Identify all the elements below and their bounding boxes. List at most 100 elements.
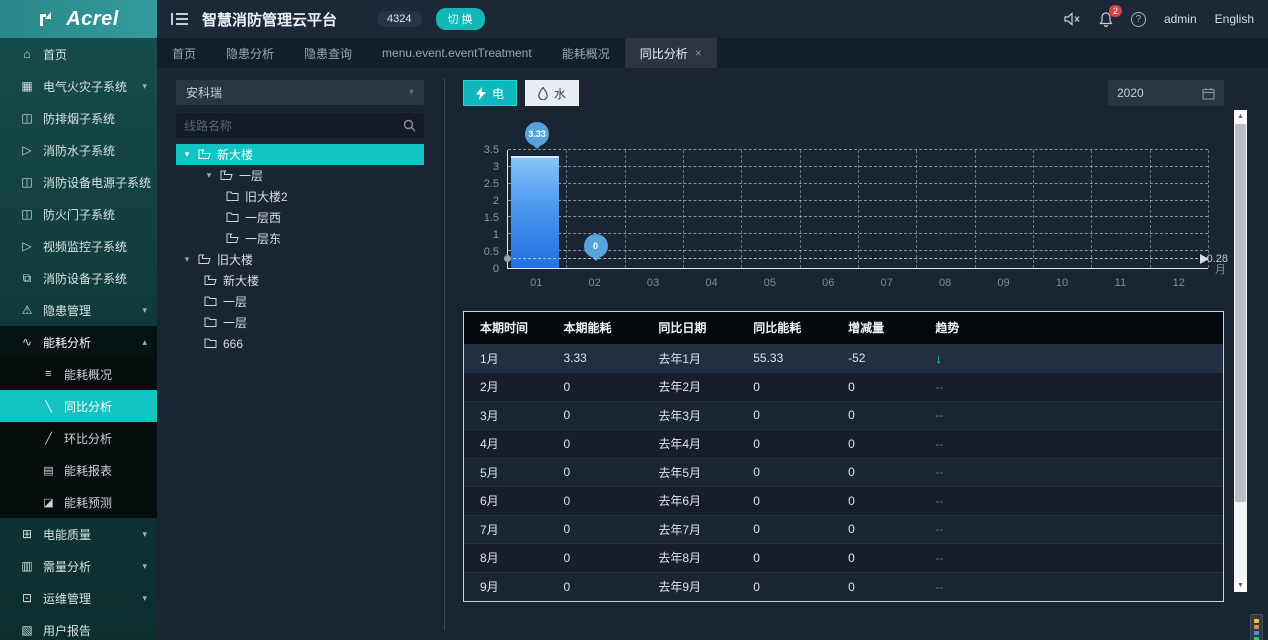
table-row[interactable]: 1月3.33去年1月55.33-52↓ [464,344,1223,373]
sidebar-item-user-report[interactable]: ▧ 用户报告 [0,614,157,640]
tree-node[interactable]: ▾ 一层 [176,165,424,186]
tree-node[interactable]: 新大楼 [176,270,424,291]
tree-node[interactable]: 一层 [176,312,424,333]
header-bar: 智慧消防管理云平台 4324 切 换 2 ? admin English [157,0,1268,38]
demand-icon: ▥ [20,559,34,573]
sidebar-item-smoke-control[interactable]: ◫ 防排烟子系统 [0,102,157,134]
tab-hazard-analysis[interactable]: 隐患分析 [211,38,289,68]
scroll-up-button[interactable]: ▲ [1234,110,1247,123]
x-tick-label: 01 [530,277,542,289]
x-tick-label: 12 [1173,277,1185,289]
trend-up-icon: ╱ [42,432,55,445]
table-row[interactable]: 3月0去年3月00-- [464,401,1223,430]
trend-down-icon: ↓ [919,344,1223,373]
y-tick-label: 3.5 [484,144,499,156]
sidebar-item-mom-analysis[interactable]: ╱ 环比分析 [0,422,157,454]
sidebar-item-ops-management[interactable]: ⊡ 运维管理 ▾ [0,582,157,614]
collapse-menu-icon[interactable] [171,12,188,26]
y-tick-label: 2.5 [484,178,499,190]
year-picker[interactable]: 2020 [1108,80,1224,106]
acrel-logo-icon [38,10,60,28]
electric-toggle-button[interactable]: 电 [463,80,517,106]
sidebar-item-energy-forecast[interactable]: ◪ 能耗预测 [0,486,157,518]
tree-node[interactable]: ▾ 旧大楼 [176,249,424,270]
caret-down-icon[interactable]: ▾ [182,149,192,160]
y-tick-label: 2 [493,195,499,207]
bar-month-01[interactable] [511,156,559,268]
water-toggle-button[interactable]: 水 [525,80,579,106]
home-icon: ⌂ [20,47,34,61]
caret-down-icon[interactable]: ▾ [204,170,214,181]
yoy-bar-chart: 00.511.522.533.5 3.330 01020304050607080… [463,114,1224,299]
table-row[interactable]: 8月0去年8月00-- [464,544,1223,573]
chart-x-axis: 010203040506070809101112 [507,277,1208,293]
table-row[interactable]: 4月0去年4月00-- [464,430,1223,459]
table-row[interactable]: 2月0去年2月00-- [464,373,1223,402]
forecast-icon: ◪ [42,496,55,509]
tree-node[interactable]: 一层东 [176,228,424,249]
lock-icon: ◫ [20,111,34,125]
tree-node[interactable]: 666 [176,333,424,354]
sidebar-item-electrical-fire[interactable]: ▦ 电气火灾子系统 ▾ [0,70,157,102]
sidebar-item-energy-overview[interactable]: ≡ 能耗概况 [0,358,157,390]
chevron-down-icon: ▾ [142,561,147,572]
mute-speaker-icon[interactable] [1064,12,1081,26]
search-icon[interactable] [403,119,416,132]
chevron-down-icon: ▾ [142,529,147,540]
notification-count-badge: 2 [1109,5,1122,17]
table-row[interactable]: 5月0去年5月00-- [464,458,1223,487]
sidebar-item-hazard-management[interactable]: ⚠ 隐患管理 ▾ [0,294,157,326]
water-drop-icon [538,87,548,100]
sidebar-item-fire-door[interactable]: ◫ 防火门子系统 [0,198,157,230]
x-tick-label: 07 [881,277,893,289]
lock-icon: ◫ [20,175,34,189]
y-tick-label: 1 [493,229,499,241]
sidebar-item-fire-devices[interactable]: ⧉ 消防设备子系统 [0,262,157,294]
table-row[interactable]: 7月0去年7月00-- [464,515,1223,544]
tree-node-selected[interactable]: ▾ 新大楼 [176,144,424,165]
user-menu[interactable]: admin [1164,12,1197,26]
tab-bar: 首页 隐患分析 隐患查询 menu.event.eventTreatment 能… [157,38,1268,68]
trend-line-icon: ╲ [42,400,55,413]
sidebar-item-yoy-analysis[interactable]: ╲ 同比分析 [0,390,157,422]
sidebar-item-power-quality[interactable]: ⊞ 电能质量 ▾ [0,518,157,550]
caret-down-icon[interactable]: ▾ [182,254,192,265]
electrical-fire-icon: ▦ [20,79,34,93]
close-tab-icon[interactable]: × [695,46,702,60]
sidebar-item-home[interactable]: ⌂ 首页 [0,38,157,70]
tree-node[interactable]: 一层 [176,291,424,312]
tree-node[interactable]: 一层西 [176,207,424,228]
project-select[interactable]: 安科瑞 ▾ [176,80,424,105]
building-tree: ▾ 新大楼 ▾ 一层 旧大楼2 一层西 [176,144,424,354]
tab-home[interactable]: 首页 [157,38,211,68]
ops-icon: ⊡ [20,591,34,605]
scrollbar-thumb[interactable] [1235,124,1246,502]
help-icon[interactable]: ? [1131,12,1146,27]
tab-event-treatment[interactable]: menu.event.eventTreatment [367,38,547,68]
sidebar-item-fire-water[interactable]: ▷ 消防水子系统 [0,134,157,166]
sidebar-item-energy-analysis[interactable]: ∿ 能耗分析 ▴ [0,326,157,358]
line-search [176,113,424,138]
sidebar-item-demand-analysis[interactable]: ▥ 需量分析 ▾ [0,550,157,582]
scroll-down-button[interactable]: ▼ [1234,579,1247,592]
line-search-input[interactable] [184,119,403,133]
sidebar-item-video-monitor[interactable]: ▷ 视频监控子系统 [0,230,157,262]
markline-value-label: 0.28 [1207,253,1228,265]
content-scrollbar[interactable]: ▲ ▼ [1234,110,1247,592]
sidebar-item-energy-report[interactable]: ▤ 能耗报表 [0,454,157,486]
warning-icon: ⚠ [20,303,34,317]
switch-project-button[interactable]: 切 换 [436,8,485,30]
lightning-icon [476,87,486,100]
language-switch[interactable]: English [1215,12,1254,26]
tab-hazard-query[interactable]: 隐患查询 [289,38,367,68]
tab-yoy-analysis[interactable]: 同比分析 × [625,38,717,68]
notifications-button[interactable]: 2 [1099,12,1113,27]
table-row[interactable]: 9月0去年9月00-- [464,572,1223,601]
tree-node[interactable]: 旧大楼2 [176,186,424,207]
table-header-row: 本期时间 本期能耗 同比日期 同比能耗 增减量 趋势 [464,312,1223,344]
folder-icon [226,191,239,202]
tab-energy-overview[interactable]: 能耗概况 [547,38,625,68]
table-row[interactable]: 6月0去年6月00-- [464,487,1223,516]
sidebar-item-fire-power[interactable]: ◫ 消防设备电源子系统 [0,166,157,198]
data-point-bubble: 3.33 [525,122,549,146]
